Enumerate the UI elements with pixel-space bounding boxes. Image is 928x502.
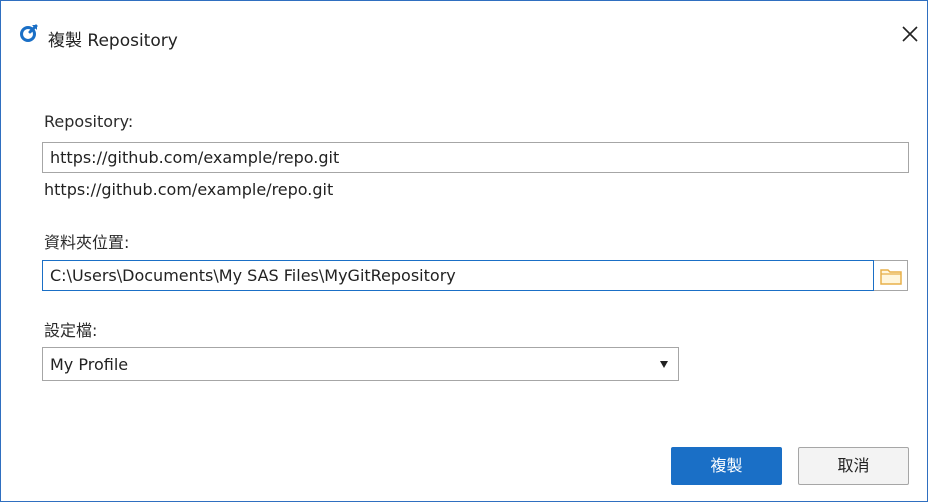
title-bar: 複製 Repository — [1, 1, 927, 61]
folder-icon — [880, 269, 902, 285]
chevron-down-icon — [660, 361, 668, 368]
sas-git-icon — [20, 24, 38, 42]
cancel-button[interactable]: 取消 — [798, 447, 909, 485]
profile-label: 設定檔: — [44, 321, 98, 340]
repository-url-echo: https://github.com/example/repo.git — [44, 180, 334, 199]
browse-folder-button[interactable] — [874, 260, 908, 291]
clone-repository-dialog: 複製 Repository Repository: https://github… — [0, 0, 928, 502]
folder-location-input[interactable]: C:\Users\Documents\My SAS Files\MyGitRep… — [42, 260, 874, 291]
clone-button[interactable]: 複製 — [671, 447, 782, 485]
folder-location-label: 資料夾位置: — [44, 233, 130, 252]
profile-select[interactable]: My Profile — [42, 347, 679, 381]
profile-selected-value: My Profile — [50, 355, 129, 374]
close-icon[interactable] — [899, 23, 921, 45]
repository-label: Repository: — [44, 112, 134, 131]
dialog-title: 複製 Repository — [48, 31, 178, 51]
repository-url-input[interactable]: https://github.com/example/repo.git — [42, 142, 909, 173]
